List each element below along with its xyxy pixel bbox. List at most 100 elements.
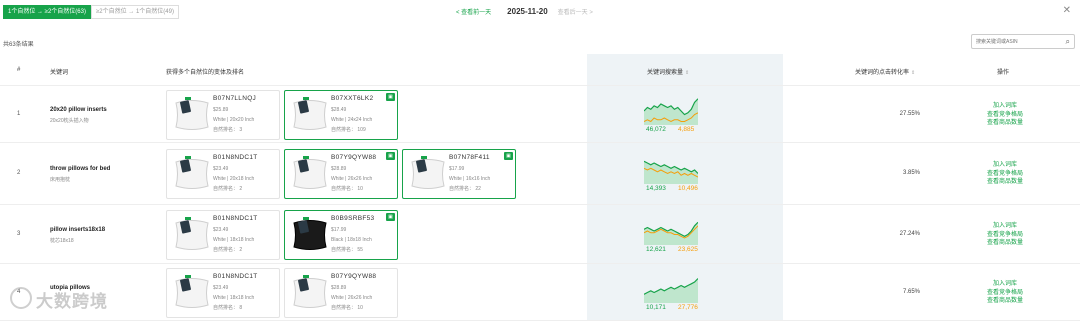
row-actions: 加入词库 查看竞争格局 查看商品数量 <box>983 161 1027 187</box>
product-image[interactable] <box>172 215 212 255</box>
product-image[interactable] <box>172 154 212 194</box>
product-variant: White | 16x16 Inch <box>449 176 491 182</box>
product-image[interactable] <box>290 95 330 135</box>
product-card[interactable]: B07Y9QYW88 $28.89 White | 26x26 Inch 自然排名： … <box>284 149 398 199</box>
cart-icon[interactable]: ▣ <box>386 93 395 101</box>
sort-icon[interactable]: ⇕ <box>685 70 689 76</box>
keyword-link[interactable]: pillow inserts18x18 <box>50 227 105 233</box>
product-card[interactable]: B07N7LLNQJ $25.89 White | 20x20 Inch 自然排名： … <box>166 90 280 140</box>
product-asin[interactable]: B07Y9QYW88 <box>331 273 397 281</box>
view-product-count-link[interactable]: 查看商品数量 <box>983 297 1027 306</box>
search-input[interactable] <box>972 35 1060 48</box>
tab-gain-multiple-positions[interactable]: 1个自然位 → ≥2个自然位(63) <box>3 5 91 19</box>
product-variant: White | 18x18 Inch <box>213 295 255 301</box>
product-variant: White | 26x26 Inch <box>331 176 373 182</box>
view-competition-link[interactable]: 查看竞争格局 <box>983 231 1027 240</box>
search-box: ⌕ <box>971 34 1075 49</box>
header-search-volume[interactable]: 关键词搜索量 ⇕ <box>647 67 689 76</box>
product-card[interactable]: B01N8NDC1T $23.49 White | 20x18 Inch 自然排名： … <box>166 149 280 199</box>
product-image[interactable] <box>290 154 330 194</box>
prev-day-link[interactable]: < 查看前一天 <box>456 7 491 16</box>
product-price: $23.49 <box>213 227 229 233</box>
search-volume-green: 10,171 <box>646 304 666 311</box>
product-rank: 自然排名： 22 <box>449 186 481 192</box>
product-variant: White | 18x18 Inch <box>213 237 255 243</box>
product-price: $25.89 <box>213 107 229 113</box>
product-asin[interactable]: B01N8NDC1T <box>213 215 279 223</box>
search-volume-green: 12,621 <box>646 246 666 253</box>
sparkline-area <box>644 278 698 303</box>
product-price: $17.99 <box>331 227 347 233</box>
keyword-link[interactable]: 20x20 pillow inserts <box>50 107 107 113</box>
product-card[interactable]: B07Y9QYW88 $28.89 White | 26x26 Inch 自然排名： … <box>284 268 398 318</box>
add-to-library-link[interactable]: 加入词库 <box>983 280 1027 289</box>
product-info: B07N7LLNQJ $25.89 White | 20x20 Inch 自然排名： … <box>213 95 279 133</box>
header-search-volume-label: 关键词搜索量 <box>647 70 684 76</box>
result-count: 共63条结果 <box>3 42 34 48</box>
product-image[interactable] <box>408 154 448 194</box>
current-date: 2025-11-20 <box>507 7 548 16</box>
product-price: $28.89 <box>331 166 347 172</box>
row-number: 2 <box>17 170 21 176</box>
product-variant: White | 24x24 Inch <box>331 117 373 123</box>
product-card[interactable]: B0B9SRBF53 $17.99 Black | 18x18 Inch 自然排名： … <box>284 210 398 260</box>
view-product-count-link[interactable]: 查看商品数量 <box>983 239 1027 248</box>
view-product-count-link[interactable]: 查看商品数量 <box>983 119 1027 128</box>
product-rank: 自然排名： 55 <box>331 247 363 253</box>
search-icon[interactable]: ⌕ <box>1066 37 1070 47</box>
row-number: 1 <box>17 111 21 117</box>
keyword-translation: 20x20枕头插入物 <box>50 118 89 124</box>
row-actions: 加入词库 查看竞争格局 查看商品数量 <box>983 280 1027 306</box>
header-products: 获得多个自然位的变体及排名 <box>166 70 245 76</box>
product-asin[interactable]: B07N7LLNQJ <box>213 95 279 103</box>
product-info: B01N8NDC1T $23.49 White | 20x18 Inch 自然排名： … <box>213 154 279 192</box>
top-bar: 1个自然位 → ≥2个自然位(63) ≥2个自然位 → 1个自然位(49) < … <box>0 0 1080 24</box>
product-asin[interactable]: B01N8NDC1T <box>213 154 279 162</box>
next-day-link[interactable]: 查看后一天 > <box>558 7 593 16</box>
view-product-count-link[interactable]: 查看商品数量 <box>983 178 1027 187</box>
product-image[interactable] <box>172 273 212 313</box>
product-rank: 自然排名： 2 <box>213 247 243 253</box>
table-row: 4 utopia pillows B01N8NDC1T $23.49 White | 1… <box>0 264 1080 321</box>
row-actions: 加入词库 查看竞争格局 查看商品数量 <box>983 222 1027 248</box>
product-card[interactable]: B07XXT6LK2 $28.49 White | 24x24 Inch 自然排名： … <box>284 90 398 140</box>
search-volume-orange: 10,496 <box>678 185 698 192</box>
product-image[interactable] <box>290 215 330 255</box>
product-price: $23.49 <box>213 166 229 172</box>
header-conversion[interactable]: 关键词的点击转化率 ⇕ <box>855 67 915 76</box>
search-volume-sparkline <box>644 98 698 125</box>
product-asin[interactable]: B01N8NDC1T <box>213 273 279 281</box>
cart-icon[interactable]: ▣ <box>504 152 513 160</box>
product-card[interactable]: B01N8NDC1T $23.49 White | 18x18 Inch 自然排名： … <box>166 268 280 318</box>
search-volume-sparkline <box>644 160 698 184</box>
product-card[interactable]: B01N8NDC1T $23.49 White | 18x18 Inch 自然排名： … <box>166 210 280 260</box>
close-icon[interactable]: ✕ <box>1063 5 1071 16</box>
product-rank: 自然排名： 2 <box>213 186 243 192</box>
tab-lose-multiple-positions[interactable]: ≥2个自然位 → 1个自然位(49) <box>90 5 179 19</box>
cart-icon[interactable]: ▣ <box>386 152 395 160</box>
view-competition-link[interactable]: 查看竞争格局 <box>983 170 1027 179</box>
header-keyword: 关键词 <box>50 70 69 76</box>
row-actions: 加入词库 查看竞争格局 查看商品数量 <box>983 102 1027 128</box>
view-competition-link[interactable]: 查看竞争格局 <box>983 111 1027 120</box>
table-row: 3 pillow inserts18x18 枕芯18x18 B01N8NDC1T $23… <box>0 205 1080 264</box>
table-header: # 关键词 获得多个自然位的变体及排名 关键词搜索量 ⇕ 关键词的点击转化率 ⇕ 操… <box>0 54 1080 86</box>
product-variant: Black | 18x18 Inch <box>331 237 372 243</box>
add-to-library-link[interactable]: 加入词库 <box>983 161 1027 170</box>
results-table: # 关键词 获得多个自然位的变体及排名 关键词搜索量 ⇕ 关键词的点击转化率 ⇕ 操… <box>0 54 1080 321</box>
search-volume-orange: 23,625 <box>678 246 698 253</box>
conversion-rate: 3.85% <box>902 170 920 176</box>
keyword-translation: 床用抱枕 <box>50 177 71 183</box>
add-to-library-link[interactable]: 加入词库 <box>983 222 1027 231</box>
product-card[interactable]: B07N78F411 $17.99 White | 16x16 Inch 自然排名： … <box>402 149 516 199</box>
product-image[interactable] <box>172 95 212 135</box>
add-to-library-link[interactable]: 加入词库 <box>983 102 1027 111</box>
keyword-link[interactable]: throw pillows for bed <box>50 166 110 172</box>
product-price: $28.89 <box>331 285 347 291</box>
product-rank: 自然排名： 109 <box>331 127 366 133</box>
product-rank: 自然排名： 8 <box>213 305 243 311</box>
product-image[interactable] <box>290 273 330 313</box>
sort-icon[interactable]: ⇕ <box>911 70 915 76</box>
view-competition-link[interactable]: 查看竞争格局 <box>983 289 1027 298</box>
cart-icon[interactable]: ▣ <box>386 213 395 221</box>
